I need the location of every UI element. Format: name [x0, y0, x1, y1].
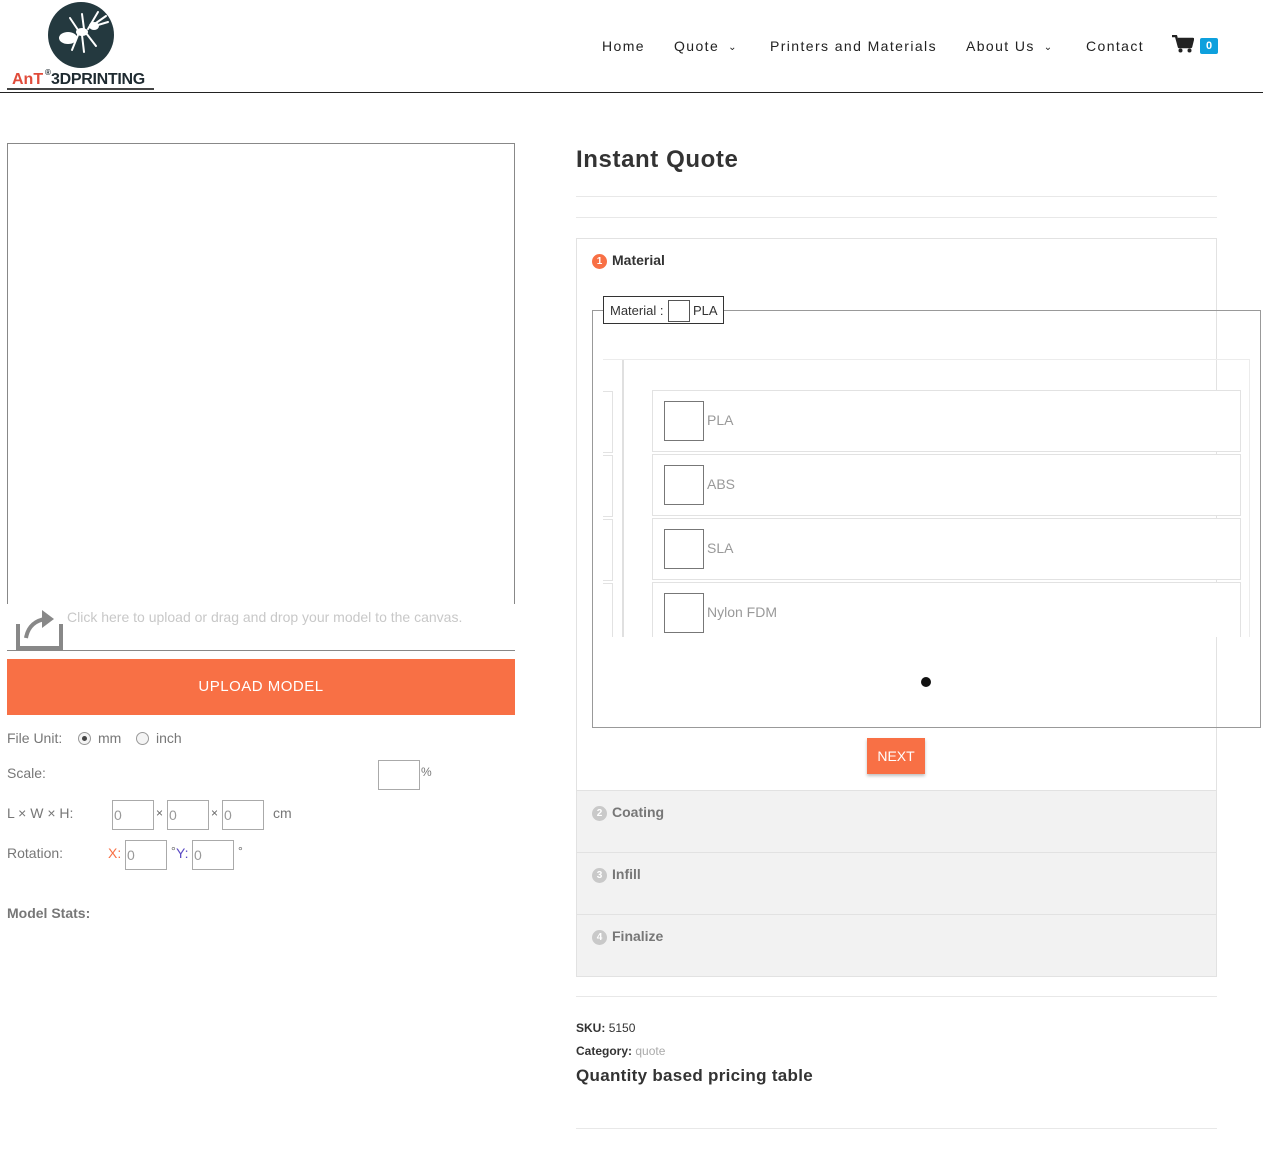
material-option-label: SLA — [707, 540, 734, 556]
nav-item-label: Quote — [674, 38, 720, 54]
brand-name-part1: AnT — [12, 71, 44, 88]
material-option-label: Nylon FDM — [707, 604, 778, 620]
scale-unit: % — [421, 765, 432, 779]
divider — [576, 217, 1217, 218]
nav-item-about-us[interactable]: About Us ⌄ — [966, 38, 1054, 54]
sku-label: SKU: — [576, 1021, 606, 1035]
previous-slide-edge — [603, 519, 613, 581]
rotation-y-input[interactable] — [192, 840, 234, 870]
width-input[interactable] — [167, 800, 209, 830]
dimensions-unit: cm — [273, 805, 292, 821]
cart-button[interactable]: 0 — [1172, 33, 1218, 57]
ant-logo-icon — [48, 2, 114, 68]
material-thumbnail — [664, 529, 704, 569]
step-finalize[interactable]: 4 Finalize — [577, 914, 1216, 976]
material-option-label: ABS — [707, 476, 736, 492]
divider — [576, 196, 1217, 197]
category-label: Category: — [576, 1044, 633, 1058]
upload-hint-text: Click here to upload or drag and drop yo… — [67, 609, 463, 625]
rotation-x-label: X: — [108, 845, 122, 861]
material-option-label: PLA — [707, 412, 734, 428]
step-infill[interactable]: 3 Infill — [577, 852, 1216, 914]
nav-item-label: Printers and Materials — [770, 38, 937, 54]
model-stats-label: Model Stats: — [7, 905, 91, 921]
degree-symbol: ° — [238, 844, 243, 858]
selected-material-swatch — [668, 300, 690, 322]
step-title-material[interactable]: Material — [612, 252, 665, 268]
nav-item-home[interactable]: Home — [602, 38, 645, 54]
nav-item-label: Home — [602, 38, 645, 54]
step-number-badge: 1 — [592, 254, 607, 269]
nav-item-label: Contact — [1086, 38, 1145, 54]
step-title-coating: Coating — [612, 804, 665, 820]
dimension-separator: × — [156, 806, 164, 820]
nav-item-quote[interactable]: Quote ⌄ — [674, 38, 738, 54]
rotation-label: Rotation: — [7, 845, 64, 861]
previous-slide-edge — [603, 455, 613, 517]
step-number-badge: 4 — [592, 930, 607, 945]
unit-mm-label: mm — [98, 730, 122, 746]
previous-slide-edge — [603, 583, 613, 637]
length-input[interactable] — [112, 800, 154, 830]
divider — [576, 996, 1217, 997]
divider — [576, 1128, 1217, 1129]
step-coating[interactable]: 2 Coating — [577, 790, 1216, 852]
file-unit-label: File Unit: — [7, 730, 63, 746]
model-canvas[interactable] — [7, 143, 515, 651]
height-input[interactable] — [222, 800, 264, 830]
step-number-badge: 2 — [592, 806, 607, 821]
material-option-abs[interactable]: ABS — [652, 454, 1241, 516]
chevron-down-icon: ⌄ — [728, 42, 738, 53]
step-number-badge: 3 — [592, 868, 607, 883]
material-thumbnail — [664, 465, 704, 505]
previous-slide-edge — [603, 391, 613, 453]
brand-name: AnT ® 3DPRINTING — [7, 68, 154, 90]
rotation-x-input[interactable] — [125, 840, 167, 870]
main-nav: Home Quote ⌄ Printers and Materials About… — [0, 38, 1263, 54]
pricing-table-title: Quantity based pricing table — [576, 1066, 813, 1085]
selected-material-value: PLA — [693, 303, 718, 318]
rotation-y-label: Y: — [176, 845, 189, 861]
category-line: Category: quote — [576, 1044, 665, 1058]
material-legend-label: Material : — [610, 303, 664, 318]
nav-item-printers-and-materials[interactable]: Printers and Materials — [770, 38, 937, 54]
site-header: AnT ® 3DPRINTING Home Quote ⌄ Printers an… — [0, 0, 1263, 93]
brand-name-part2: 3DPRINTING — [51, 71, 145, 88]
scale-input[interactable] — [378, 760, 420, 790]
material-legend: Material : PLA — [603, 296, 724, 324]
upload-dropzone[interactable]: Click here to upload or drag and drop yo… — [7, 604, 515, 650]
next-button[interactable]: NEXT — [867, 738, 925, 774]
material-option-sla[interactable]: SLA — [652, 518, 1241, 580]
slider-pagination-dot[interactable] — [921, 677, 931, 687]
cart-icon — [1172, 35, 1194, 53]
scale-label: Scale: — [7, 765, 46, 781]
material-thumbnail — [664, 401, 704, 441]
step-title-finalize: Finalize — [612, 928, 664, 944]
upload-icon — [16, 610, 63, 650]
unit-mm-radio[interactable] — [78, 732, 91, 745]
sku-line: SKU: 5150 — [576, 1021, 635, 1035]
cart-count-badge: 0 — [1200, 38, 1218, 54]
slider-track — [622, 360, 624, 637]
unit-inch-radio[interactable] — [136, 732, 149, 745]
nav-item-label: About Us — [966, 38, 1035, 54]
step-title-infill: Infill — [612, 866, 641, 882]
nav-item-contact[interactable]: Contact — [1086, 38, 1144, 54]
sku-value: 5150 — [608, 1021, 636, 1035]
material-option-pla[interactable]: PLA — [652, 390, 1241, 452]
category-link[interactable]: quote — [635, 1044, 665, 1058]
material-thumbnail — [664, 593, 704, 633]
dimension-separator: × — [211, 806, 219, 820]
chevron-down-icon: ⌄ — [1043, 42, 1054, 53]
dimensions-label: L × W × H: — [7, 805, 74, 821]
upload-model-button[interactable]: UPLOAD MODEL — [7, 659, 515, 715]
material-option-nylon-fdm[interactable]: Nylon FDM — [652, 582, 1241, 637]
unit-inch-label: inch — [156, 730, 182, 746]
page-title: Instant Quote — [576, 146, 739, 173]
